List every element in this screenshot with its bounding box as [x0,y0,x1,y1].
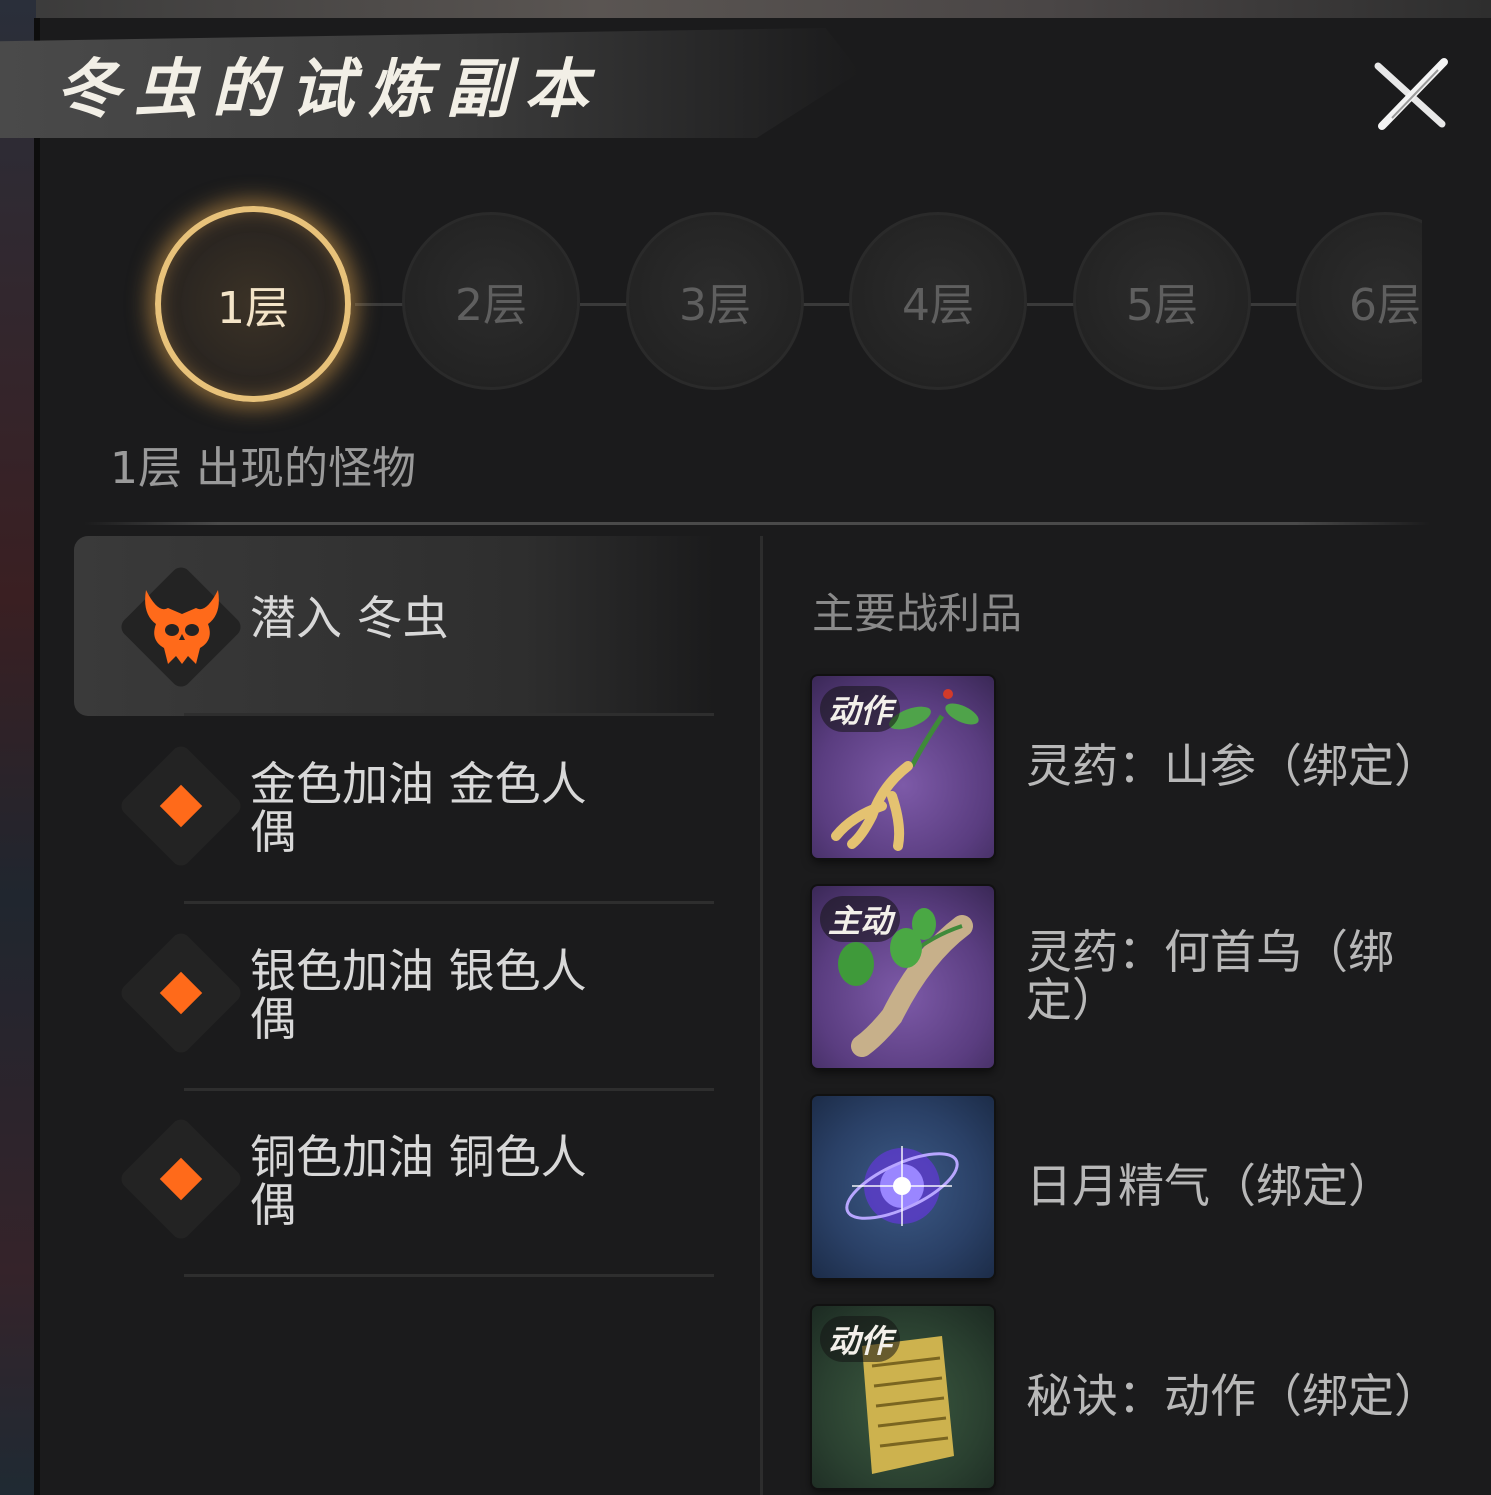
row-separator [184,1274,714,1277]
row-separator [184,713,714,716]
floor-3-tab[interactable]: 3层 [626,212,804,390]
monsters-section-label: 1层 出现的怪物 [110,443,416,494]
panel-title: 冬虫的试炼副本 [56,52,602,127]
loot-name: 灵药：何首乌（绑定） [1026,925,1394,1027]
background-strip-left [0,0,36,1495]
floor-2-tab[interactable]: 2层 [402,212,580,390]
row-separator [184,1088,714,1091]
floor-label: 6层 [1349,280,1421,331]
loot-item[interactable]: 动作 秘诀：动作（绑定） [812,1306,1440,1490]
floor-label: 2层 [455,280,527,331]
floor-label: 5层 [1126,280,1198,331]
loot-item[interactable]: 日月精气（绑定） [812,1096,1432,1280]
floor-5-tab[interactable]: 5层 [1073,212,1251,390]
monster-row[interactable]: 潜入 冬虫 [74,536,714,716]
monster-row[interactable]: 铜色加油 铜色人偶 [74,1097,714,1277]
column-divider [760,536,763,1495]
floor-connector [355,303,405,306]
floor-label: 3层 [679,280,751,331]
loot-tag: 主动 [820,896,901,942]
floor-4-tab[interactable]: 4层 [849,212,1027,390]
loot-name: 日月精气（绑定） [1026,1159,1394,1213]
monster-name: 潜入 冬虫 [250,591,449,645]
monster-name: 金色加油 金色人偶 [250,757,587,859]
loot-tag: 动作 [820,686,901,732]
floor-label: 4层 [902,280,974,331]
floor-connector [580,303,630,306]
floor-label: 1层 [217,283,289,334]
loot-name: 灵药：山参（绑定） [1026,739,1440,793]
close-button[interactable] [1372,58,1448,130]
floor-connector [803,303,853,306]
floor-connector [1250,303,1300,306]
row-separator [184,901,714,904]
monster-row[interactable]: 银色加油 银色人偶 [74,911,714,1091]
loot-item[interactable]: 主动 灵药：何首乌（绑定） [812,886,1432,1070]
floor-6-tab[interactable]: 6层 [1296,212,1422,390]
scroll-icon: 动作 [812,1306,994,1488]
glowing-orb-icon [812,1096,994,1278]
fleeceflower-root-icon: 主动 [812,886,994,1068]
loot-section-title: 主要战利品 [812,589,1023,638]
floor-connector [1027,303,1077,306]
ginseng-icon: 动作 [812,676,994,858]
boss-skull-icon [145,590,219,664]
loot-name: 秘诀：动作（绑定） [1026,1369,1440,1423]
floor-6-clip: 6层 [1296,212,1422,390]
monster-name: 银色加油 银色人偶 [250,944,587,1046]
section-divider [84,522,1430,525]
monster-row[interactable]: 金色加油 金色人偶 [74,724,714,904]
loot-tag: 动作 [820,1316,901,1362]
floor-1-tab[interactable]: 1层 [155,206,351,402]
close-icon [1374,58,1448,130]
monster-name: 铜色加油 铜色人偶 [250,1130,587,1232]
loot-item[interactable]: 动作 灵药：山参（绑定） [812,676,1440,860]
